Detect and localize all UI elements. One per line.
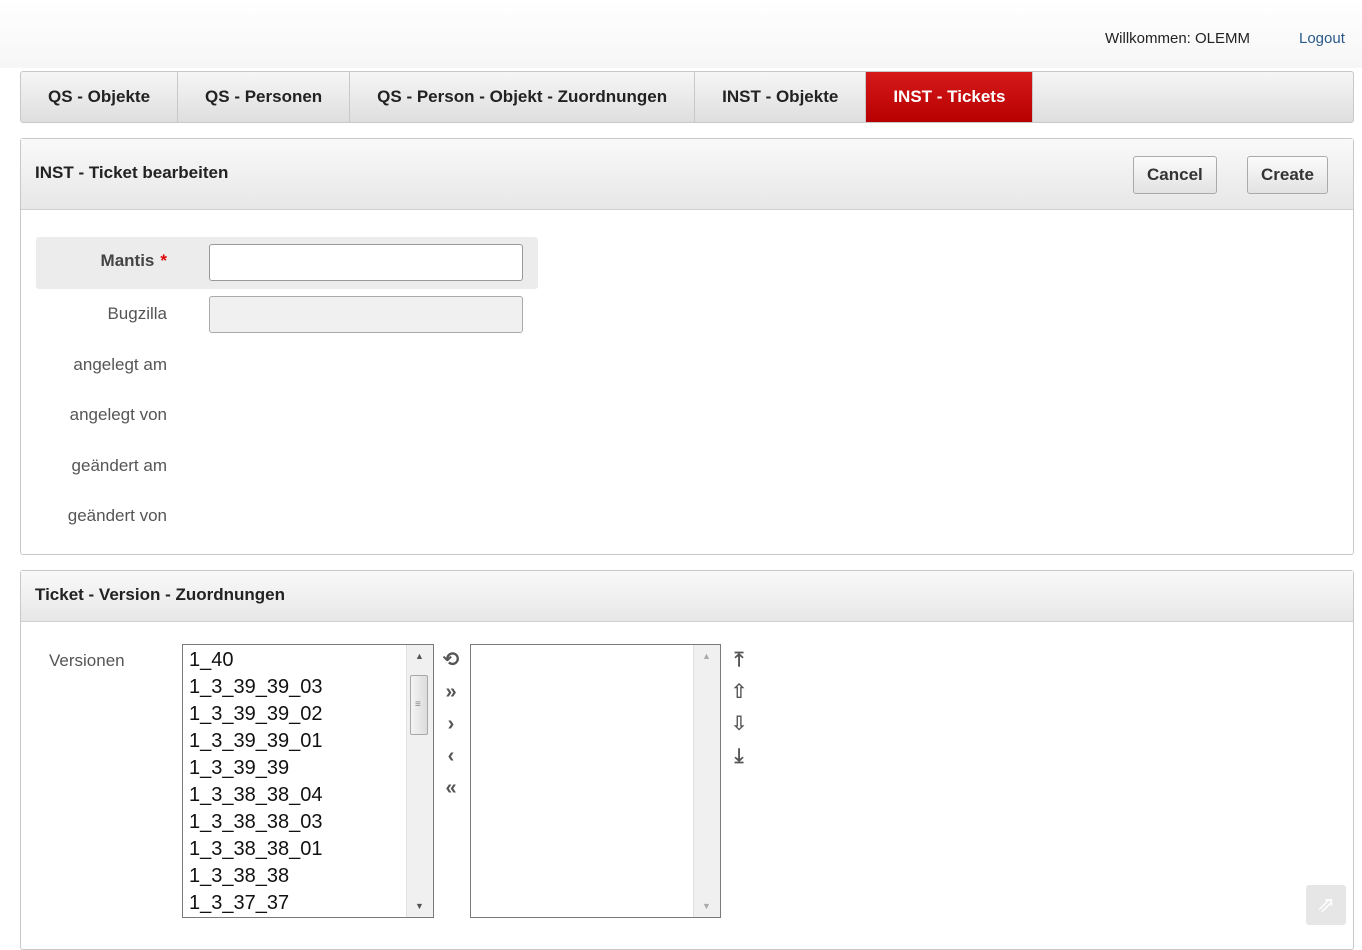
- geaendert-von-label: geändert von: [67, 506, 167, 525]
- mantis-label-text: Mantis: [100, 251, 155, 270]
- list-item[interactable]: 1_40: [183, 647, 433, 674]
- tab-qs-person-objekt-zuordnungen[interactable]: QS - Person - Objekt - Zuordnungen: [350, 72, 696, 122]
- version-assignment-header: Ticket - Version - Zuordnungen: [21, 571, 1353, 622]
- bugzilla-input[interactable]: [209, 296, 523, 333]
- welcome-text: Willkommen: OLEMM: [1105, 30, 1251, 47]
- list-item[interactable]: 1_3_38_38_04: [183, 782, 433, 809]
- available-versions-list[interactable]: 1_40 1_3_39_39_03 1_3_39_39_02 1_3_39_39…: [182, 644, 434, 918]
- list-item[interactable]: 1_3_39_39_03: [183, 674, 433, 701]
- scroll-up-icon[interactable]: ▲: [415, 651, 424, 661]
- selected-versions-list[interactable]: ▲ ▼: [470, 644, 721, 918]
- top-bar: Willkommen: OLEMM Logout: [0, 0, 1362, 68]
- scroll-down-icon[interactable]: ▼: [702, 901, 711, 911]
- scroll-up-icon[interactable]: ▲: [702, 651, 711, 661]
- share-icon[interactable]: ⇗: [1306, 885, 1346, 925]
- tab-inst-objekte[interactable]: INST - Objekte: [695, 72, 867, 122]
- cancel-button[interactable]: Cancel: [1133, 156, 1217, 194]
- tab-qs-objekte[interactable]: QS - Objekte: [21, 72, 179, 122]
- mantis-label: Mantis *: [37, 251, 167, 271]
- ticket-edit-header: INST - Ticket bearbeiten Cancel Create: [21, 139, 1353, 210]
- scroll-down-icon[interactable]: ▼: [415, 901, 424, 911]
- move-right-icon[interactable]: ›: [439, 711, 463, 737]
- move-down-icon[interactable]: ⇩: [727, 711, 751, 737]
- reset-icon[interactable]: ⟲: [439, 647, 463, 673]
- logout-link[interactable]: Logout: [1299, 30, 1345, 47]
- move-all-left-icon[interactable]: «: [439, 775, 463, 801]
- list-item[interactable]: 1_3_39_39: [183, 755, 433, 782]
- move-left-icon[interactable]: ‹: [439, 743, 463, 769]
- list-item[interactable]: 1_3_39_39_01: [183, 728, 433, 755]
- required-marker: *: [160, 251, 167, 270]
- move-all-right-icon[interactable]: »: [439, 679, 463, 705]
- scrollbar[interactable]: ▲ ≡ ▼: [406, 645, 433, 917]
- mantis-input[interactable]: [209, 244, 523, 281]
- version-assignment-panel: Ticket - Version - Zuordnungen Versionen…: [20, 570, 1354, 950]
- list-item[interactable]: 1_3_37_37: [183, 890, 433, 917]
- create-button[interactable]: Create: [1247, 156, 1328, 194]
- main-tabs: QS - Objekte QS - Personen QS - Person -…: [20, 71, 1354, 123]
- bugzilla-label: Bugzilla: [107, 304, 167, 323]
- panel-title: INST - Ticket bearbeiten: [35, 163, 229, 182]
- geaendert-am-label: geändert am: [71, 456, 167, 475]
- list-item[interactable]: 1_3_38_38_03: [183, 809, 433, 836]
- panel-title: Ticket - Version - Zuordnungen: [35, 585, 285, 604]
- angelegt-von-label: angelegt von: [69, 405, 167, 424]
- tab-qs-personen[interactable]: QS - Personen: [178, 72, 351, 122]
- list-item[interactable]: 1_3_38_38_01: [183, 836, 433, 863]
- move-top-icon[interactable]: ⤒: [727, 647, 751, 673]
- grip-icon: ≡: [415, 699, 421, 710]
- move-up-icon[interactable]: ⇧: [727, 679, 751, 705]
- move-bottom-icon[interactable]: ⤓: [727, 743, 751, 769]
- scroll-thumb[interactable]: ≡: [410, 675, 428, 735]
- list-item[interactable]: 1_3_39_39_02: [183, 701, 433, 728]
- angelegt-am-label: angelegt am: [73, 355, 167, 374]
- ticket-edit-panel: INST - Ticket bearbeiten Cancel Create M…: [20, 138, 1354, 555]
- list-item[interactable]: 1_3_38_38: [183, 863, 433, 890]
- versionen-label: Versionen: [49, 651, 125, 670]
- scrollbar[interactable]: ▲ ▼: [693, 645, 720, 917]
- tab-inst-tickets[interactable]: INST - Tickets: [866, 72, 1034, 122]
